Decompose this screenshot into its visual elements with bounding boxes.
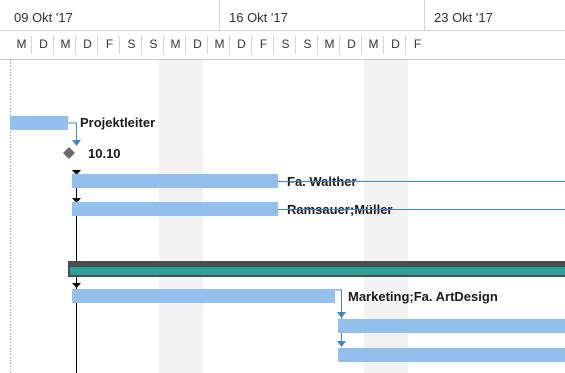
- arrow-down-icon: [337, 312, 346, 318]
- task-label-marketing: Marketing;Fa. ArtDesign: [348, 289, 498, 304]
- day-label: M: [324, 37, 335, 51]
- day-label: F: [105, 37, 114, 51]
- day-label: M: [60, 37, 71, 51]
- milestone-diamond-icon: [63, 147, 75, 159]
- day-label: M: [170, 37, 181, 51]
- day-label: M: [214, 37, 225, 51]
- task-bar[interactable]: [338, 348, 565, 362]
- gantt-chart-area[interactable]: Projektleiter 10.10 Fa. Walther Ramsauer…: [0, 60, 565, 373]
- day-label: D: [347, 37, 356, 51]
- day-label: S: [303, 37, 312, 51]
- arrow-down-icon: [337, 341, 346, 347]
- day-label: S: [127, 37, 136, 51]
- day-label: S: [281, 37, 290, 51]
- task-bar-walther[interactable]: [72, 174, 278, 188]
- task-label-projektleiter: Projektleiter: [80, 115, 156, 130]
- day-label: S: [149, 37, 158, 51]
- day-label: D: [193, 37, 202, 51]
- task-bar-marketing[interactable]: [72, 289, 335, 303]
- task-bar-ramsauer[interactable]: [72, 202, 278, 216]
- task-bar-projektleiter[interactable]: [10, 116, 68, 130]
- task-label-walther: Fa. Walther: [287, 174, 357, 189]
- summary-bar-fill: [70, 267, 565, 275]
- day-label: D: [391, 37, 400, 51]
- timescale-grid: [0, 0, 565, 60]
- gantt-timescale: 09 Okt '17 16 Okt '17 23 Okt '17 M D M D…: [0, 0, 565, 60]
- day-label: F: [413, 37, 422, 51]
- day-label: D: [237, 37, 246, 51]
- day-label: D: [83, 37, 92, 51]
- day-label: M: [16, 37, 27, 51]
- milestone-label: 10.10: [88, 146, 121, 161]
- task-label-ramsauer: Ramsauer;Müller: [287, 202, 393, 217]
- day-label: M: [368, 37, 379, 51]
- arrow-down-icon: [72, 283, 81, 288]
- day-label: D: [39, 37, 48, 51]
- week-label: 23 Okt '17: [434, 10, 493, 25]
- week-label: 09 Okt '17: [14, 10, 73, 25]
- task-bar[interactable]: [338, 319, 565, 333]
- week-label: 16 Okt '17: [229, 10, 288, 25]
- arrow-down-icon: [72, 140, 81, 146]
- day-label: F: [259, 37, 268, 51]
